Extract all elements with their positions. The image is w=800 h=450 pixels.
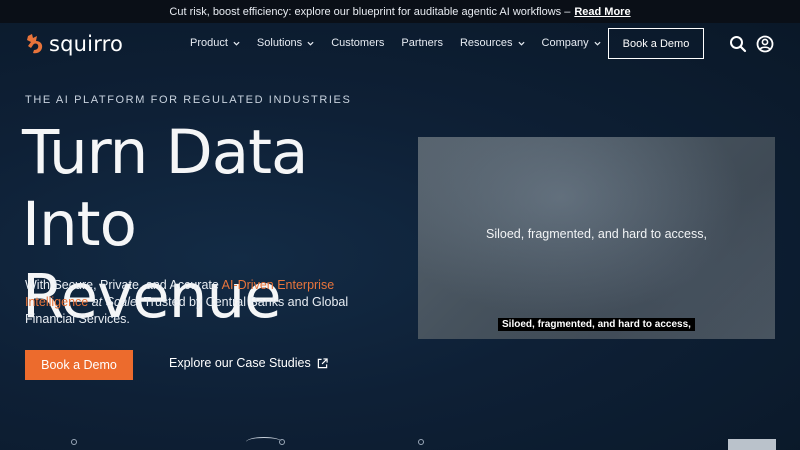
external-link-icon [317, 357, 328, 368]
main-nav: squirro Product Solutions Customers Part… [0, 23, 800, 67]
nav-item-label: Product [190, 37, 228, 49]
nav-item-label: Customers [331, 37, 385, 49]
hero-eyebrow: THE AI PLATFORM FOR REGULATED INDUSTRIES [25, 94, 352, 106]
nav-item-product[interactable]: Product [190, 37, 240, 49]
hero-video[interactable]: Siloed, fragmented, and hard to access, … [418, 137, 775, 339]
logo-strip-partial [0, 437, 800, 450]
case-studies-label: Explore our Case Studies [169, 356, 311, 370]
case-studies-link[interactable]: Explore our Case Studies [169, 356, 328, 370]
announcement-bar: Cut risk, boost efficiency: explore our … [0, 0, 800, 23]
squirrel-logo-icon [27, 34, 43, 54]
nav-item-solutions[interactable]: Solutions [257, 37, 314, 49]
brand-logo[interactable]: squirro [25, 32, 123, 56]
hero-subheading: With Secure, Private, and Accurate AI-Dr… [25, 277, 355, 328]
chevron-down-icon [517, 41, 525, 46]
nav-item-resources[interactable]: Resources [460, 37, 525, 49]
video-caption: Siloed, fragmented, and hard to access, [486, 227, 707, 241]
nav-item-label: Resources [459, 37, 513, 49]
nav-item-customers[interactable]: Customers [331, 37, 384, 49]
video-subtitle-text: Siloed, fragmented, and hard to access, [498, 318, 695, 331]
chevron-down-icon [307, 41, 314, 46]
user-icon[interactable] [756, 35, 774, 53]
hero-book-demo-button[interactable]: Book a Demo [25, 350, 133, 380]
nav-item-partners[interactable]: Partners [401, 37, 443, 49]
nav-menu: Product Solutions Customers Partners Res… [190, 37, 618, 49]
chevron-down-icon [233, 41, 240, 46]
partial-card [728, 439, 776, 450]
nav-item-label: Solutions [256, 37, 303, 49]
brand-name: squirro [49, 32, 124, 56]
headline-line-1: Turn Data [22, 117, 308, 188]
video-subtitle: Siloed, fragmented, and hard to access, [418, 314, 775, 332]
hero-page: squirro Product Solutions Customers Part… [0, 23, 800, 450]
nav-item-company[interactable]: Company [542, 37, 601, 49]
sub-text-1: With Secure, Private, and Accurate [25, 278, 222, 292]
nav-item-label: Partners [401, 37, 443, 49]
sub-emphasis-text: at Scale. [91, 295, 141, 309]
announcement-text: Cut risk, boost efficiency: explore our … [169, 5, 571, 18]
nav-book-demo-button[interactable]: Book a Demo [608, 28, 704, 59]
chevron-down-icon [594, 41, 601, 46]
announcement-read-more-link[interactable]: Read More [574, 6, 630, 18]
logo-arc-decoration [246, 437, 282, 447]
nav-item-label: Company [541, 37, 589, 49]
info-dot-icon [418, 439, 424, 445]
info-dot-icon [279, 439, 285, 445]
info-dot-icon [71, 439, 77, 445]
search-icon[interactable] [729, 35, 747, 53]
